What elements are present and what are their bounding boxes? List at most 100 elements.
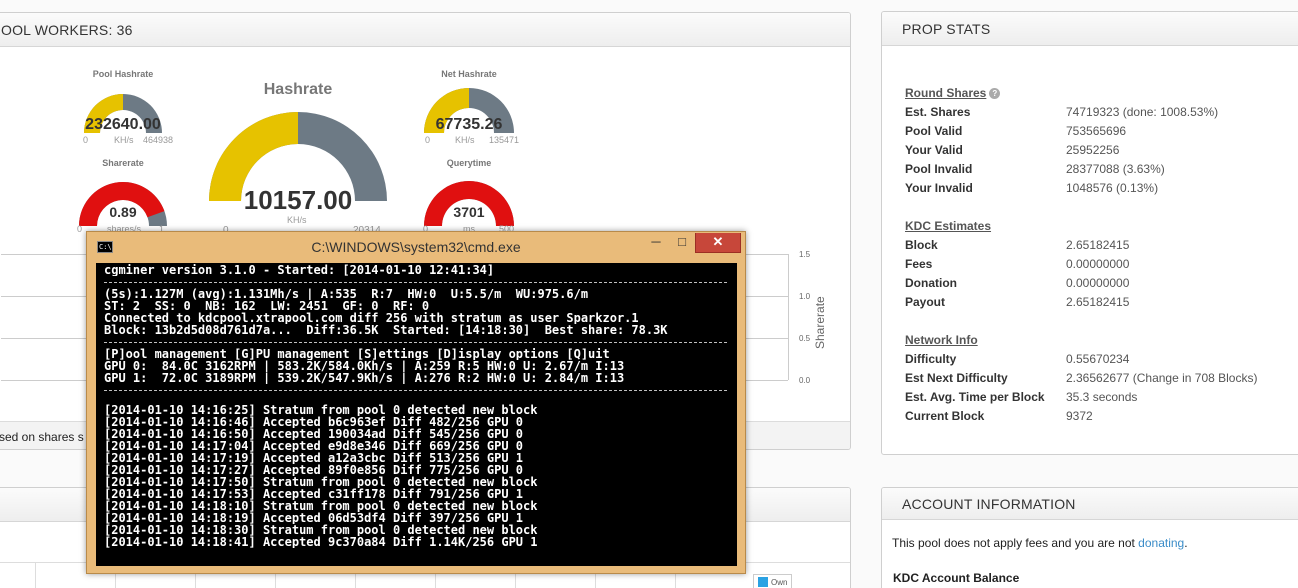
account-information-panel: ACCOUNT INFORMATION This pool does not a… [881,487,1298,588]
own-legend-swatch [758,577,768,587]
stat-row: Pool Valid 753565696 [905,122,1298,141]
hashrate-value: 10157.00 [243,185,353,215]
stat-value: 0.00000000 [1066,257,1130,271]
sharerate-title: Sharerate [102,158,144,168]
prop-stats-title: PROP STATS [882,12,1298,46]
stat-value: 9372 [1066,409,1093,423]
stat-label: Est Next Difficulty [905,371,1008,385]
console-log-line: [2014-01-10 14:18:41] Accepted 9c370a84 … [104,536,538,548]
console-log-line: [2014-01-10 14:17:19] Accepted a12a3cbc … [104,452,524,464]
pool-hashrate-gauge: Pool Hashrate 232640.00 0 KH/s 464938 [73,69,173,159]
net-hashrate-unit: KH/s [455,135,475,145]
stat-label: Pool Valid [905,124,963,138]
round-shares-link[interactable]: Round Shares? [905,86,1001,100]
console-log-line: [2014-01-10 14:17:50] Stratum from pool … [104,476,538,488]
donating-link[interactable]: donating [1138,536,1184,550]
account-information-title: ACCOUNT INFORMATION [882,488,1298,520]
pool-workers-title: OOL WORKERS: 36 [0,13,850,47]
stat-label: Donation [905,276,957,290]
own-legend-label: Own [771,578,788,587]
console-log-line: [2014-01-10 14:17:04] Accepted e9d8e346 … [104,440,524,452]
chart-axis-line [788,254,789,380]
y-tick-label: 0.5 [799,334,811,343]
fee-notice-end: . [1184,536,1188,550]
console-log-line: [2014-01-10 14:17:53] Accepted c31ff178 … [104,488,524,500]
y-tick-label: 0.0 [799,376,811,385]
stat-row: Your Valid 25952256 [905,141,1298,160]
pool-hashrate-min: 0 [83,135,89,145]
stat-value: 0.55670234 [1066,352,1130,366]
stat-label: Your Valid [905,143,963,157]
console-gpu-line: GPU 1: 72.0C 3189RPM | 539.2K/547.9Kh/s … [104,372,625,384]
console-log-line: [2014-01-10 14:16:25] Stratum from pool … [104,404,538,416]
net-hashrate-title: Net Hashrate [441,69,497,79]
pool-hashrate-max: 464938 [143,135,174,145]
y-tick-label: 1.0 [799,292,811,301]
hashrate-title: Hashrate [263,81,333,98]
sharerate-min: 0 [77,224,83,234]
stat-value: 2.36562677 (Change in 708 Blocks) [1066,371,1258,385]
stat-row: Est. Avg. Time per Block 35.3 seconds [905,388,1298,407]
minimize-button[interactable]: ─ [643,233,669,253]
cgminer-header: cgminer version 3.1.0 - Started: [2014-0… [104,264,495,276]
stat-row: Donation 0.00000000 [905,274,1298,293]
console-status-line: (5s):1.127M (avg):1.131Mh/s | A:535 R:7 … [104,288,589,300]
kdc-estimates-link[interactable]: KDC Estimates [905,219,991,233]
stat-row: Est. Shares 74719323 (done: 1008.53%) [905,103,1298,122]
stat-value: 1048576 (0.13%) [1066,181,1159,195]
stat-value: 2.65182415 [1066,238,1130,252]
querytime-value: 3701 [453,204,485,220]
hashrate-gauge: Hashrate 10157.00 KH/s 0 20314 [203,79,393,236]
net-hashrate-value: 67735.26 [435,116,503,133]
fee-notice: This pool does not apply fees and you ar… [892,536,1188,550]
console-separator [104,336,737,348]
querytime-dial [424,181,514,226]
stat-row: Block 2.65182415 [905,236,1298,255]
stat-label: Difficulty [905,352,957,366]
console-log-line: [2014-01-10 14:16:50] Accepted 190034ad … [104,428,524,440]
fee-notice-text: This pool does not apply fees and you ar… [892,536,1139,550]
stat-label: Block [905,238,938,252]
sharerate-value: 0.89 [109,204,137,220]
own-legend[interactable]: Own [753,574,793,588]
cmd-window[interactable]: C:\ C:\WINDOWS\system32\cmd.exe ─ □ ✕ cg… [86,231,746,574]
console-status-line: ST: 2 SS: 0 NB: 162 LW: 2451 GF: 0 RF: 0 [104,300,430,312]
stat-label: Est. Shares [905,105,971,119]
console-log-line: [2014-01-10 14:18:19] Accepted 06d53df4 … [104,512,524,524]
stat-value: 35.3 seconds [1066,390,1138,404]
balance-label: KDC Account Balance [893,571,1020,585]
maximize-button[interactable]: □ [669,233,695,253]
close-button[interactable]: ✕ [695,233,741,253]
grid-line [35,563,36,588]
net-hashrate-min: 0 [425,135,431,145]
stat-row: Pool Invalid 28377088 (3.63%) [905,160,1298,179]
stat-value: 74719323 (done: 1008.53%) [1066,105,1219,119]
console-separator [104,276,737,288]
console-log-line: [2014-01-10 14:16:46] Accepted b6c963ef … [104,416,524,428]
net-hashrate-dial [424,88,514,133]
network-info-link[interactable]: Network Info [905,333,978,347]
stat-label: Current Block [905,409,985,423]
console-gap [104,396,737,404]
help-icon[interactable]: ? [989,88,1001,99]
cmd-titlebar[interactable]: C:\ C:\WINDOWS\system32\cmd.exe ─ □ ✕ [87,232,745,261]
stat-label: Your Invalid [905,181,973,195]
stat-row: Payout 2.65182415 [905,293,1298,312]
stat-row: Current Block 9372 [905,407,1298,426]
console-log-line: [2014-01-10 14:18:30] Stratum from pool … [104,524,538,536]
console-status-line: Connected to kdcpool.xtrapool.com diff 2… [104,312,639,324]
console-status-line: Block: 13b2d5d08d761d7a... Diff:36.5K St… [104,324,668,336]
cmd-console[interactable]: cgminer version 3.1.0 - Started: [2014-0… [96,263,737,566]
stat-value: 753565696 [1066,124,1127,138]
sharerate-dial [79,182,167,226]
console-menu-line: [P]ool management [G]PU management [S]et… [104,348,610,360]
stat-label: Est. Avg. Time per Block [905,390,1045,404]
stat-row: Difficulty 0.55670234 [905,350,1298,369]
console-gpu-line: GPU 0: 84.0C 3162RPM | 583.2K/584.0Kh/s … [104,360,625,372]
stat-value: 28377088 (3.63%) [1066,162,1165,176]
hashrate-unit: KH/s [287,215,307,225]
stat-value: 2.65182415 [1066,295,1130,309]
stat-row: Your Invalid 1048576 (0.13%) [905,179,1298,198]
querytime-title: Querytime [446,158,492,168]
y-tick-label: 1.5 [799,250,811,259]
